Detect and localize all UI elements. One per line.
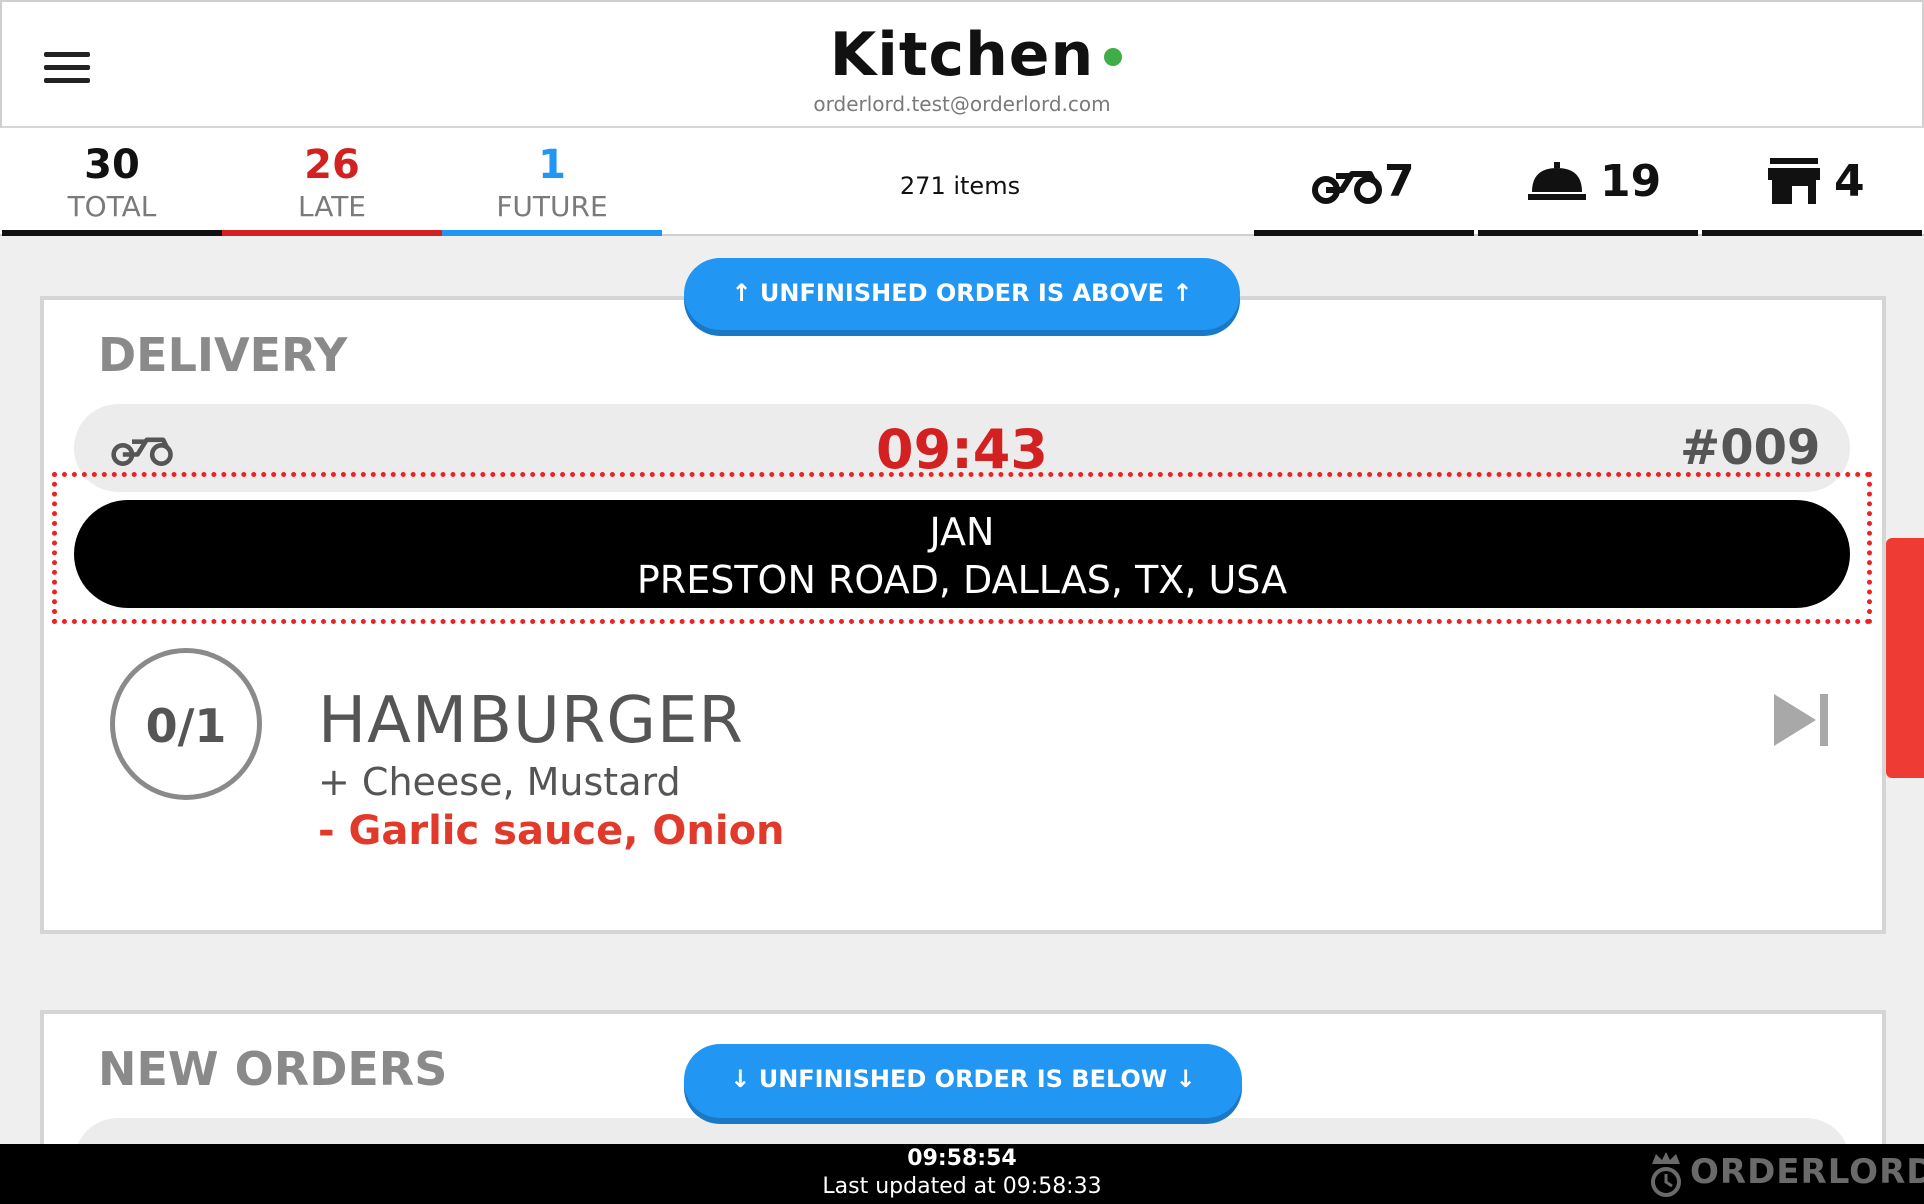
skip-next-icon[interactable] [1772, 692, 1832, 748]
new-orders-section-title: NEW ORDERS [98, 1042, 448, 1096]
motorbike-icon [1312, 171, 1382, 204]
store-icon [1768, 158, 1820, 204]
delivery-section-title: DELIVERY [98, 328, 348, 382]
order-number: #009 [1680, 420, 1821, 476]
item-removals: - Garlic sauce, Onion [318, 808, 785, 854]
cloche-icon [1528, 162, 1586, 200]
delivery-underline [1254, 230, 1474, 236]
page-title: Kitchen [829, 20, 1095, 90]
scrollbar-thumb[interactable] [1886, 538, 1924, 778]
item-additions: + Cheese, Mustard [318, 760, 681, 804]
delivery-count: 7 [1384, 156, 1415, 207]
tab-pickup[interactable]: 4 [1702, 128, 1922, 236]
tab-delivery[interactable]: 7 [1254, 128, 1474, 236]
last-updated: Last updated at 09:58:33 [822, 1174, 1102, 1199]
below-button-label: ↓ UNFINISHED ORDER IS BELOW ↓ [730, 1065, 1196, 1093]
online-status-dot [1104, 48, 1122, 66]
future-label: FUTURE [496, 190, 608, 223]
future-underline [442, 230, 662, 236]
total-underline [2, 230, 222, 236]
late-underline [222, 230, 442, 236]
crown-clock-icon [1651, 1152, 1681, 1197]
current-time: 09:58:54 [907, 1146, 1017, 1171]
late-label: LATE [297, 190, 367, 223]
footer-bar: 09:58:54 Last updated at 09:58:33 ORDERL… [0, 1144, 1924, 1204]
tab-future[interactable]: 1 FUTURE [442, 128, 662, 236]
pickup-underline [1702, 230, 1922, 236]
item-quantity: 0/1 [145, 699, 227, 753]
tab-dine-in[interactable]: 19 [1478, 128, 1698, 236]
account-email: orderlord.test@orderlord.com [813, 92, 1111, 116]
item-name: HAMBURGER [318, 684, 744, 758]
tab-total[interactable]: 30 TOTAL [2, 128, 222, 236]
above-button-label: ↑ UNFINISHED ORDER IS ABOVE ↑ [731, 279, 1193, 307]
highlight-outline [52, 472, 1872, 624]
dine-in-count: 19 [1600, 156, 1662, 207]
late-count: 26 [304, 142, 360, 188]
scroll-to-above-order-button[interactable]: ↑ UNFINISHED ORDER IS ABOVE ↑ [684, 258, 1240, 330]
items-count: 271 items [899, 172, 1021, 200]
item-quantity-ring[interactable]: 0/1 [110, 648, 262, 800]
scroll-to-below-order-button[interactable]: ↓ UNFINISHED ORDER IS BELOW ↓ [684, 1044, 1242, 1118]
pickup-count: 4 [1834, 156, 1865, 207]
dine-in-underline [1478, 230, 1698, 236]
brand-logo-text: ORDERLORD [1690, 1152, 1924, 1192]
future-count: 1 [538, 142, 566, 188]
tab-late[interactable]: 26 LATE [222, 128, 442, 236]
total-count: 30 [84, 142, 140, 188]
total-label: TOTAL [67, 190, 157, 223]
